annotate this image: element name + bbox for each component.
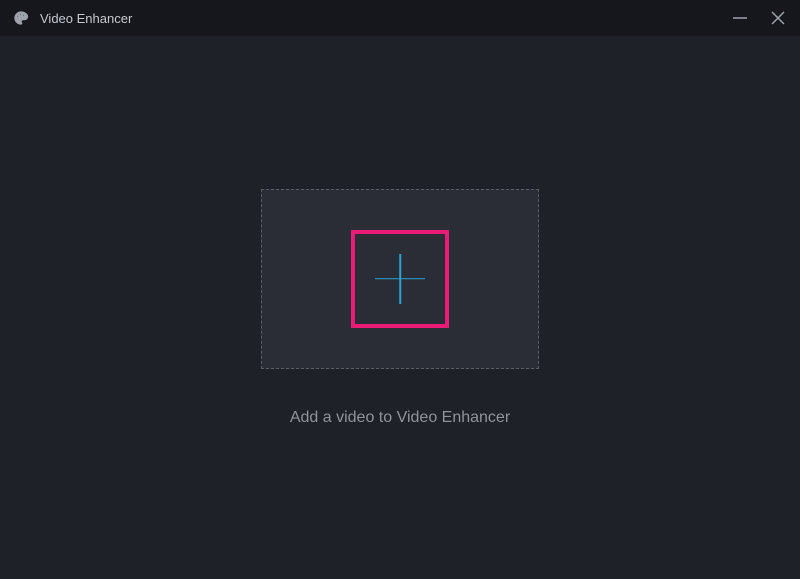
app-title: Video Enhancer [40, 11, 730, 26]
add-video-button[interactable] [351, 230, 449, 328]
window-controls [730, 8, 788, 28]
titlebar: Video Enhancer [0, 0, 800, 36]
drop-zone-label: Add a video to Video Enhancer [290, 409, 510, 427]
main-content: Add a video to Video Enhancer [0, 36, 800, 579]
video-drop-zone[interactable] [261, 189, 539, 369]
close-icon [770, 10, 786, 26]
plus-icon [375, 254, 425, 304]
minimize-button[interactable] [730, 8, 750, 28]
close-button[interactable] [768, 8, 788, 28]
palette-icon [12, 9, 30, 27]
minimize-icon [732, 10, 748, 26]
